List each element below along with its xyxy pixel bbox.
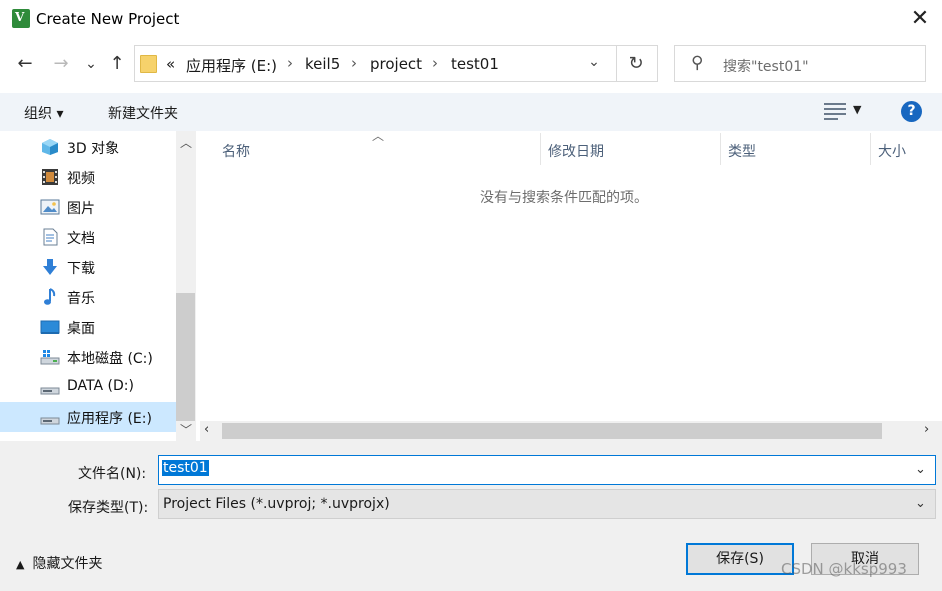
search-input[interactable]: ⚲ 搜索"test01"	[674, 45, 926, 82]
sidebar-item-label: 桌面	[67, 321, 95, 337]
back-button[interactable]: ←	[14, 52, 36, 76]
address-dropdown-icon[interactable]: ⌄	[582, 54, 606, 74]
address-bar[interactable]: « 应用程序 (E:) › keil5 › project › test01 ⌄…	[134, 45, 658, 82]
sidebar-item-3d-objects[interactable]: 3D 对象	[0, 132, 176, 162]
app-icon-letter: V	[15, 10, 25, 24]
documents-icon	[43, 228, 58, 246]
sidebar-item-desktop[interactable]: 桌面	[0, 312, 176, 342]
scroll-up-icon[interactable]: ︿	[180, 134, 192, 151]
navigation-pane: 3D 对象 视频 图片 文档 下载 音乐 桌面 本地磁盘 (C:) DATA (…	[0, 131, 196, 441]
music-icon	[44, 288, 56, 305]
sidebar-item-drive-d[interactable]: DATA (D:)	[0, 372, 176, 402]
filetype-value: Project Files (*.uvproj; *.uvprojx)	[163, 496, 390, 512]
scroll-right-icon[interactable]: ›	[924, 422, 929, 437]
sidebar-item-label: 下载	[67, 261, 95, 277]
breadcrumb-project[interactable]: project	[370, 55, 422, 73]
help-icon[interactable]: ?	[901, 101, 922, 122]
filename-field[interactable]: test01 ⌄	[158, 455, 936, 485]
sort-ascending-icon: ︿	[372, 129, 385, 143]
scrollbar-thumb[interactable]	[222, 423, 882, 439]
forward-button[interactable]: →	[50, 52, 72, 76]
breadcrumb-drive-e[interactable]: 应用程序 (E:)	[186, 55, 277, 76]
view-options-icon[interactable]	[824, 103, 846, 120]
sidebar-item-label: 3D 对象	[67, 141, 120, 157]
save-button[interactable]: 保存(S)	[686, 543, 794, 575]
breadcrumb-overflow[interactable]: «	[166, 55, 175, 73]
column-header-modified[interactable]: 修改日期	[548, 141, 604, 161]
video-icon	[42, 169, 58, 185]
scroll-left-icon[interactable]: ‹	[204, 422, 209, 437]
filename-value[interactable]: test01	[162, 460, 209, 476]
breadcrumb-separator[interactable]: ›	[432, 54, 438, 72]
scrollbar-thumb[interactable]	[176, 293, 195, 421]
search-icon: ⚲	[691, 53, 704, 73]
column-divider[interactable]	[720, 133, 721, 165]
up-button[interactable]: ↑	[106, 52, 128, 76]
drive-d-icon	[40, 387, 60, 395]
chevron-down-icon[interactable]: ⌄	[915, 462, 926, 477]
refresh-icon[interactable]: ↻	[622, 53, 650, 75]
window-title: Create New Project	[36, 10, 180, 28]
sidebar-scrollbar[interactable]: ︿ ﹀	[176, 131, 196, 441]
desktop-icon	[40, 320, 60, 334]
chevron-down-icon[interactable]: ⌄	[915, 496, 926, 511]
organize-button[interactable]: 组织 ▾	[24, 103, 63, 123]
pictures-icon	[40, 199, 60, 215]
sidebar-item-pictures[interactable]: 图片	[0, 192, 176, 222]
sidebar-item-video[interactable]: 视频	[0, 162, 176, 192]
empty-list-message: 没有与搜索条件匹配的项。	[480, 190, 648, 206]
downloads-icon	[43, 259, 57, 275]
chevron-up-icon: ▲	[16, 558, 25, 571]
sidebar-item-label: 图片	[67, 201, 95, 217]
sidebar-item-label: 文档	[67, 231, 95, 247]
view-dropdown-icon[interactable]: ▼	[853, 103, 861, 116]
sidebar-item-label: 视频	[67, 171, 95, 187]
3d-objects-icon	[42, 139, 58, 155]
sidebar-item-downloads[interactable]: 下载	[0, 252, 176, 282]
close-icon[interactable]: ✕	[908, 6, 932, 32]
watermark: CSDN @kksp993	[781, 560, 907, 578]
sidebar-item-label: 音乐	[67, 291, 95, 307]
sidebar-item-documents[interactable]: 文档	[0, 222, 176, 252]
new-folder-button[interactable]: 新建文件夹	[108, 103, 178, 123]
search-placeholder: 搜索"test01"	[723, 59, 809, 75]
breadcrumb-test01[interactable]: test01	[451, 55, 499, 73]
column-divider[interactable]	[540, 133, 541, 165]
scroll-down-icon[interactable]: ﹀	[180, 421, 192, 438]
recent-locations-button[interactable]: ⌄	[80, 52, 102, 76]
drive-e-icon	[40, 417, 60, 425]
sidebar-item-drive-e[interactable]: 应用程序 (E:)	[0, 402, 176, 432]
sidebar-item-label: 本地磁盘 (C:)	[67, 351, 153, 367]
sidebar-item-drive-c[interactable]: 本地磁盘 (C:)	[0, 342, 176, 372]
title-bar: V Create New Project ✕	[0, 0, 942, 38]
hide-folders-button[interactable]: ▲ 隐藏文件夹	[16, 553, 102, 573]
filetype-select[interactable]: Project Files (*.uvproj; *.uvprojx) ⌄	[158, 489, 936, 519]
save-form: 文件名(N): test01 ⌄ 保存类型(T): Project Files …	[0, 441, 942, 591]
sidebar-item-label: 应用程序 (E:)	[67, 411, 152, 427]
hide-folders-label: 隐藏文件夹	[32, 556, 103, 572]
column-header-type[interactable]: 类型	[728, 141, 756, 161]
keil-app-icon: V	[12, 9, 30, 28]
breadcrumb-separator[interactable]: ›	[287, 54, 293, 72]
column-header-size[interactable]: 大小	[878, 141, 906, 161]
column-header-name[interactable]: 名称	[222, 141, 250, 161]
column-divider[interactable]	[870, 133, 871, 165]
drive-c-icon	[40, 350, 60, 365]
filename-label: 文件名(N):	[78, 466, 147, 482]
breadcrumb-separator[interactable]: ›	[351, 54, 357, 72]
folder-icon	[140, 55, 157, 73]
address-divider	[616, 46, 617, 81]
sidebar-item-music[interactable]: 音乐	[0, 282, 176, 312]
filetype-label: 保存类型(T):	[68, 500, 149, 516]
sidebar-item-label: DATA (D:)	[67, 378, 134, 394]
command-toolbar: 组织 ▾ 新建文件夹 ▼ ?	[0, 93, 942, 131]
file-list-hscrollbar[interactable]: ‹ ›	[200, 421, 942, 441]
file-list-pane: ︿ 名称 修改日期 类型 大小 没有与搜索条件匹配的项。	[200, 129, 942, 441]
breadcrumb-keil5[interactable]: keil5	[305, 55, 340, 73]
